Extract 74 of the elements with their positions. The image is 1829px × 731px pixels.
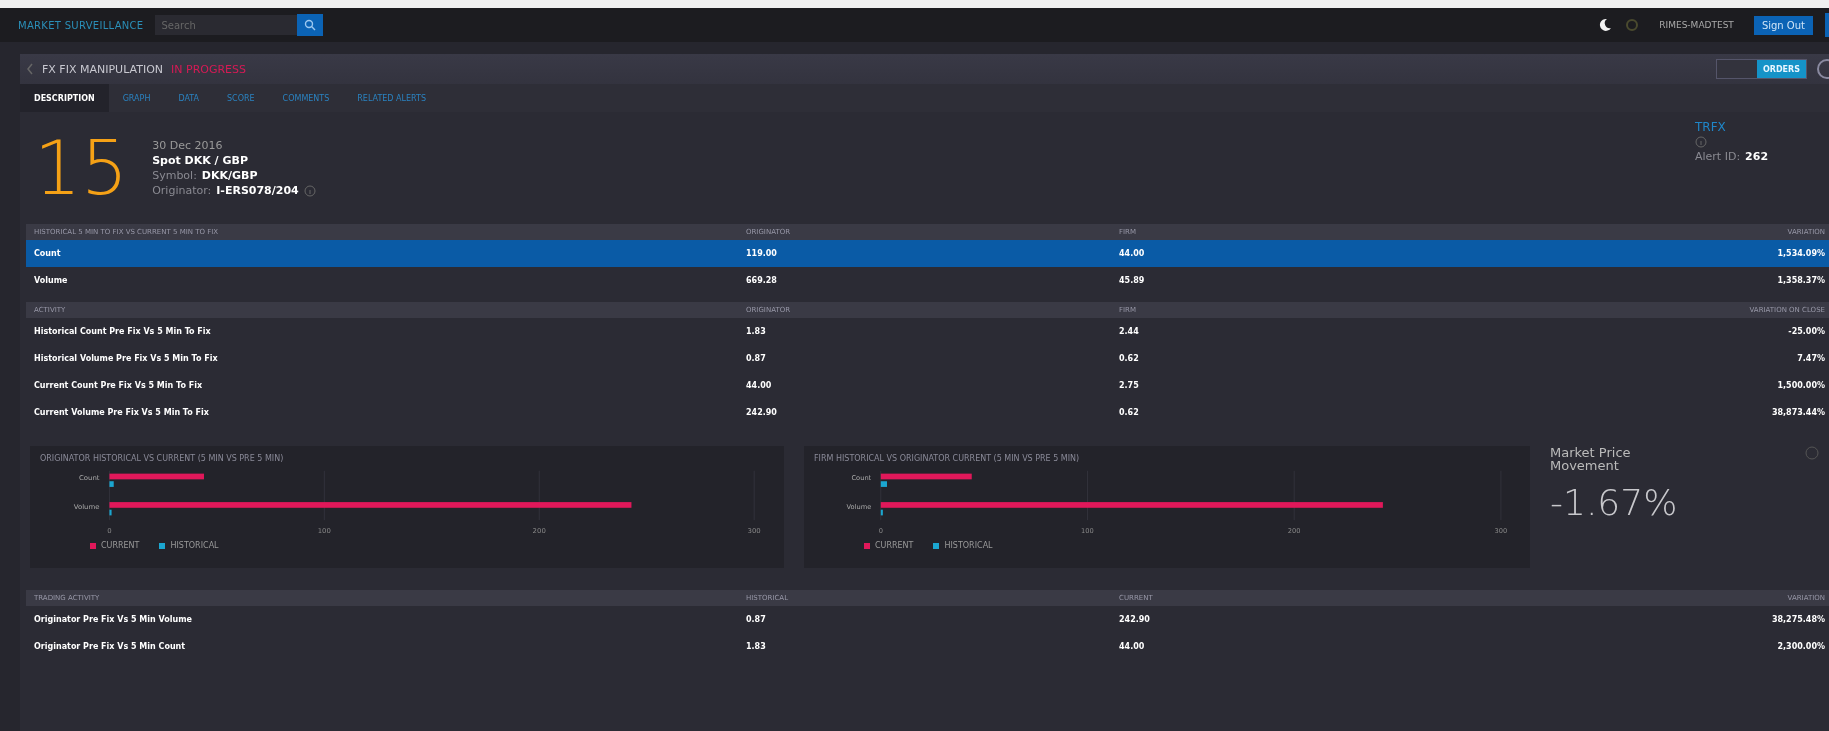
table-row[interactable]: Count 119.00 44.00 1,534.09% [26,240,1829,267]
table-cell-text: 1.83 [746,642,767,651]
table-cell-text: 2.75 [1119,381,1140,390]
table-cell-text: 38,873.44% [1770,408,1826,417]
market-price-title: Market Price Movement [1550,446,1632,472]
table-cell-text: 0.62 [1119,408,1140,417]
table-cell-text: 38,275.48% [1770,615,1826,624]
chart-title: ORIGINATOR HISTORICAL VS CURRENT (5 MIN VS PRE 5 MIN) [40,454,285,463]
table-cell-text: 2.44 [1119,327,1140,336]
table-cell-text: 242.90 [746,408,778,417]
table-cell-text: 0.87 [746,354,767,363]
table-cell-text: 44.00 [746,381,773,390]
table-row[interactable]: Historical Count Pre Fix Vs 5 Min To Fix 1.83 2.44 -25.00% [26,318,1829,345]
table-cell-text: Originator Pre Fix Vs 5 Min Volume [34,615,193,624]
score: 15 [34,131,129,205]
circle-icon[interactable] [1625,18,1640,32]
table-cell-text: Volume [34,276,69,285]
app-name[interactable]: MARKET SURVEILLANCE [18,19,144,31]
table-cell-text: 45.89 [1119,276,1146,285]
table-cell-text: 0.87 [746,615,767,624]
table-cell-text: 1,500.00% [1776,381,1826,390]
table-cell-text: 2,300.00% [1776,642,1826,651]
alert-date: 30 Dec 2016 [152,139,224,152]
table-cell-text: 119.00 [746,249,778,258]
info-icon[interactable] [303,184,316,197]
sign-out-button[interactable]: Sign Out [1753,15,1813,35]
legend-label: HISTORICAL [170,541,219,550]
table-cell-text: Historical Volume Pre Fix Vs 5 Min To Fix [34,354,219,363]
info-icon[interactable] [1805,446,1819,460]
chart-title: FIRM HISTORICAL VS ORIGINATOR CURRENT (5 MIN VS PRE 5 MIN) [814,454,1081,463]
instrument: Spot DKK / GBP [152,154,249,167]
table-cell-text: 1,534.09% [1776,249,1826,258]
symbol-value: DKK/GBP [201,169,258,182]
table-cell-text: 1,358.37% [1776,276,1826,285]
table-cell-text: Historical Count Pre Fix Vs 5 Min To Fix [34,327,212,336]
grid-line [880,470,882,521]
table-row[interactable]: Current Count Pre Fix Vs 5 Min To Fix 44.00 2.75 1,500.00% [26,372,1829,399]
alert-id: 262 [1745,150,1769,163]
alert-title: FX FIX MANIPULATION [42,62,164,76]
table-cell-text: Count [34,249,62,258]
search-button[interactable] [297,14,324,36]
table-cell-text: 7.47% [1796,354,1826,363]
back-icon[interactable] [26,63,34,75]
search-field[interactable]: Search [155,15,298,35]
table-cell-text: Current Count Pre Fix Vs 5 Min To Fix [34,381,204,390]
legend-label: CURRENT [875,541,914,550]
info-icon[interactable] [1695,136,1707,148]
table-cell-text: 44.00 [1119,642,1146,651]
table-row[interactable]: Originator Pre Fix Vs 5 Min Count 1.83 44.00 2,300.00% [26,633,1829,660]
table-cell-text: -25.00% [1787,327,1826,336]
search-icon [304,19,317,31]
table-row[interactable]: Originator Pre Fix Vs 5 Min Volume 0.87 242.90 38,275.48% [26,606,1829,633]
table-cell-text: 44.00 [1119,249,1146,258]
table-cell-text: Originator Pre Fix Vs 5 Min Count [34,642,187,651]
table-row[interactable]: Volume 669.28 45.89 1,358.37% [26,267,1829,294]
market-price-value: -1.67% [1550,482,1679,523]
alert-status: IN PROGRESS [171,62,247,76]
venue: TRFX [1695,120,1727,134]
originator-value: I-ERS078/204 [216,184,299,197]
tab[interactable]: DESCRIPTION [20,84,109,112]
table-row[interactable]: Current Volume Pre Fix Vs 5 Min To Fix 242.90 0.62 38,873.44% [26,399,1829,426]
user-name: RIMES-MADTEST [1659,20,1734,30]
originator-label: Originator: [152,184,212,197]
legend-label: HISTORICAL [944,541,993,550]
table-cell-text: 669.28 [746,276,778,285]
table-cell-text: 0.62 [1119,354,1140,363]
symbol-label: Symbol: [152,169,197,182]
alert-id-label: Alert ID: [1695,150,1741,163]
table-cell-text: 242.90 [1119,615,1151,624]
moon-icon[interactable] [1597,17,1614,33]
table-row[interactable]: Historical Volume Pre Fix Vs 5 Min To Fix 0.87 0.62 7.47% [26,345,1829,372]
table-cell-text: Current Volume Pre Fix Vs 5 Min To Fix [34,408,210,417]
table-cell-text: 1.83 [746,327,767,336]
legend-label: CURRENT [101,541,140,550]
